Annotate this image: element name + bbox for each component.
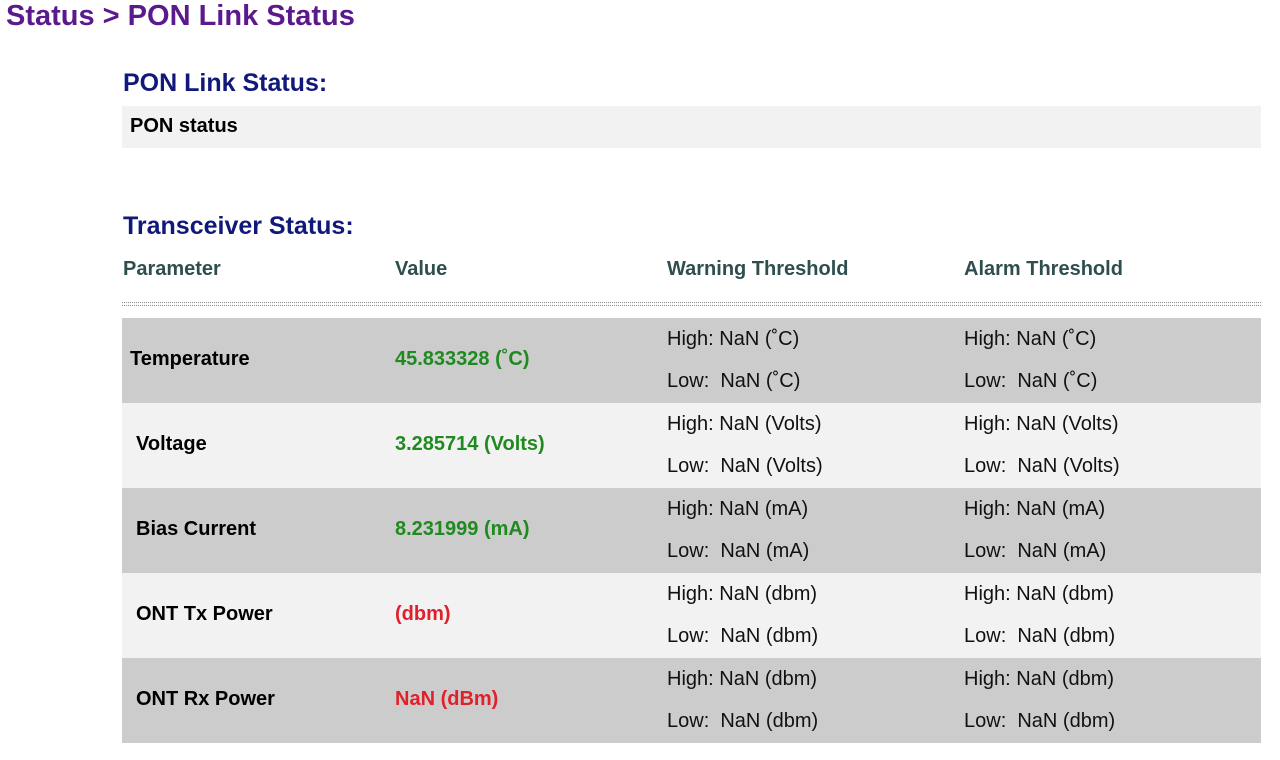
- header-warning-threshold: Warning Threshold: [667, 258, 849, 280]
- warning-low: Low: NaN (dbm): [667, 625, 819, 647]
- table-row-ont-tx-power: ONT Tx Power (dbm) High: NaN (dbm) Low: …: [122, 573, 1261, 658]
- alarm-high: High: NaN (dbm): [964, 668, 1115, 690]
- header-value: Value: [395, 258, 448, 280]
- alarm-low: Low: NaN (Volts): [964, 455, 1120, 477]
- table-row-bias-current: Bias Current 8.231999 (mA) High: NaN (mA…: [122, 488, 1261, 573]
- page-title: Status > PON Link Status: [6, 0, 355, 32]
- parameter-value: (dbm): [395, 603, 451, 625]
- table-row-voltage: Voltage 3.285714 (Volts) High: NaN (Volt…: [122, 403, 1261, 488]
- pon-status-row: PON status: [122, 106, 1261, 148]
- alarm-low: Low: NaN (˚C): [964, 370, 1098, 392]
- parameter-label: ONT Rx Power: [136, 688, 275, 710]
- table-row-temperature: Temperature 45.833328 (˚C) High: NaN (˚C…: [122, 318, 1261, 403]
- header-parameter: Parameter: [123, 258, 221, 280]
- parameter-label: Temperature: [130, 348, 250, 370]
- transceiver-status-title: Transceiver Status:: [123, 212, 354, 240]
- parameter-label: Bias Current: [136, 518, 257, 540]
- warning-high: High: NaN (dbm): [667, 668, 818, 690]
- parameter-value: 45.833328 (˚C): [395, 348, 530, 370]
- transceiver-table-body: Temperature 45.833328 (˚C) High: NaN (˚C…: [122, 318, 1261, 743]
- alarm-high: High: NaN (Volts): [964, 413, 1119, 435]
- alarm-high: High: NaN (˚C): [964, 328, 1097, 350]
- parameter-label: ONT Tx Power: [136, 603, 273, 625]
- warning-high: High: NaN (Volts): [667, 413, 822, 435]
- warning-high: High: NaN (mA): [667, 498, 809, 520]
- parameter-value: 8.231999 (mA): [395, 518, 530, 540]
- parameter-value: 3.285714 (Volts): [395, 433, 545, 455]
- parameter-value: NaN (dBm): [395, 688, 499, 710]
- pon-link-status-title: PON Link Status:: [123, 69, 328, 97]
- header-divider: [122, 302, 1261, 306]
- pon-status-label: PON status: [130, 115, 238, 137]
- table-row-ont-rx-power: ONT Rx Power NaN (dBm) High: NaN (dbm) L…: [122, 658, 1261, 743]
- warning-low: Low: NaN (dbm): [667, 710, 819, 732]
- header-alarm-threshold: Alarm Threshold: [964, 258, 1123, 280]
- alarm-low: Low: NaN (mA): [964, 540, 1107, 562]
- warning-low: Low: NaN (˚C): [667, 370, 801, 392]
- warning-high: High: NaN (dbm): [667, 583, 818, 605]
- alarm-high: High: NaN (mA): [964, 498, 1106, 520]
- warning-low: Low: NaN (Volts): [667, 455, 823, 477]
- alarm-low: Low: NaN (dbm): [964, 625, 1116, 647]
- warning-low: Low: NaN (mA): [667, 540, 810, 562]
- parameter-label: Voltage: [136, 433, 207, 455]
- alarm-high: High: NaN (dbm): [964, 583, 1115, 605]
- warning-high: High: NaN (˚C): [667, 328, 800, 350]
- alarm-low: Low: NaN (dbm): [964, 710, 1116, 732]
